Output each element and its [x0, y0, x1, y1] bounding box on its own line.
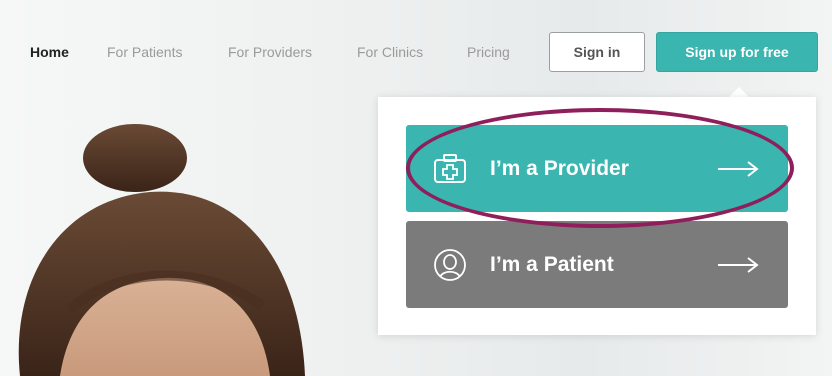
nav-for-patients[interactable]: For Patients	[107, 44, 182, 60]
arrow-right-icon	[716, 255, 760, 275]
medical-bag-icon	[430, 149, 470, 189]
sign-up-button[interactable]: Sign up for free	[656, 32, 818, 72]
top-navigation: Home For Patients For Providers For Clin…	[0, 0, 832, 104]
nav-for-clinics[interactable]: For Clinics	[357, 44, 423, 60]
patient-option-button[interactable]: I’m a Patient	[406, 221, 788, 308]
nav-pricing[interactable]: Pricing	[467, 44, 510, 60]
nav-for-providers[interactable]: For Providers	[228, 44, 312, 60]
provider-option-label: I’m a Provider	[490, 156, 629, 180]
provider-option-button[interactable]: I’m a Provider	[406, 125, 788, 212]
nav-home[interactable]: Home	[30, 44, 69, 60]
sign-in-button[interactable]: Sign in	[549, 32, 645, 72]
signup-role-dropdown: I’m a Provider I’m a Patient	[378, 97, 816, 335]
person-avatar-icon	[430, 245, 470, 285]
patient-option-label: I’m a Patient	[490, 252, 614, 276]
hero-portrait-image	[0, 110, 360, 376]
arrow-right-icon	[716, 159, 760, 179]
